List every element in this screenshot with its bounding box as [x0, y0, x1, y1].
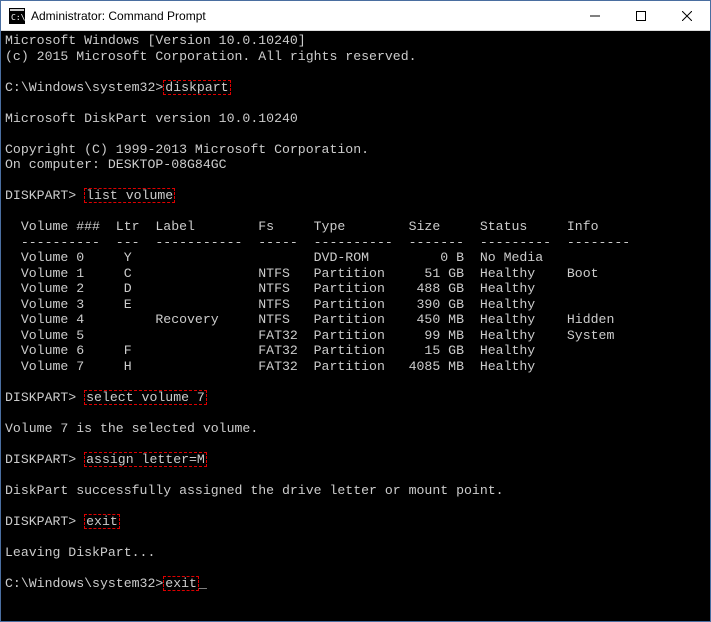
window-controls — [572, 1, 710, 30]
highlighted-command: assign letter=M — [84, 452, 207, 467]
terminal-line — [5, 467, 710, 483]
terminal-line: Microsoft Windows [Version 10.0.10240] — [5, 33, 710, 49]
table-row: Volume 2 D NTFS Partition 488 GB Healthy — [5, 281, 710, 297]
svg-text:C:\: C:\ — [11, 13, 25, 22]
terminal-line: Volume 7 is the selected volume. — [5, 421, 710, 437]
prompt-text: C:\Windows\system32> — [5, 576, 163, 591]
terminal-output[interactable]: Microsoft Windows [Version 10.0.10240](c… — [1, 31, 710, 621]
maximize-button[interactable] — [618, 1, 664, 30]
table-row: Volume 3 E NTFS Partition 390 GB Healthy — [5, 297, 710, 313]
terminal-line: DISKPART> exit — [5, 514, 710, 530]
terminal-line: DiskPart successfully assigned the drive… — [5, 483, 710, 499]
command-prompt-window: C:\ Administrator: Command Prompt Micros… — [0, 0, 711, 622]
table-row: Volume 5 FAT32 Partition 99 MB Healthy S… — [5, 328, 710, 344]
prompt-text: DISKPART> — [5, 390, 84, 405]
terminal-line: DISKPART> select volume 7 — [5, 390, 710, 406]
highlighted-command: diskpart — [163, 80, 230, 95]
terminal-line: Microsoft DiskPart version 10.0.10240 — [5, 111, 710, 127]
terminal-line: DISKPART> assign letter=M — [5, 452, 710, 468]
terminal-line: Leaving DiskPart... — [5, 545, 710, 561]
terminal-line: (c) 2015 Microsoft Corporation. All righ… — [5, 49, 710, 65]
prompt-text: C:\Windows\system32> — [5, 80, 163, 95]
terminal-line: On computer: DESKTOP-08G84GC — [5, 157, 710, 173]
terminal-line: C:\Windows\system32>diskpart — [5, 80, 710, 96]
terminal-line — [5, 126, 710, 142]
highlighted-command: exit — [84, 514, 120, 529]
window-title: Administrator: Command Prompt — [31, 9, 572, 23]
terminal-line — [5, 436, 710, 452]
minimize-button[interactable] — [572, 1, 618, 30]
highlighted-command: list volume — [84, 188, 175, 203]
terminal-line — [5, 529, 710, 545]
terminal-line: C:\Windows\system32>exit_ — [5, 576, 710, 592]
highlighted-command: exit — [163, 576, 199, 591]
prompt-text: DISKPART> — [5, 514, 84, 529]
table-row: Volume 1 C NTFS Partition 51 GB Healthy … — [5, 266, 710, 282]
terminal-line: Copyright (C) 1999-2013 Microsoft Corpor… — [5, 142, 710, 158]
highlighted-command: select volume 7 — [84, 390, 207, 405]
table-divider: ---------- --- ----------- ----- -------… — [5, 235, 710, 251]
prompt-text: DISKPART> — [5, 188, 84, 203]
terminal-line — [5, 498, 710, 514]
cursor: _ — [199, 576, 207, 591]
terminal-line — [5, 560, 710, 576]
terminal-line: DISKPART> list volume — [5, 188, 710, 204]
terminal-line — [5, 405, 710, 421]
terminal-line — [5, 204, 710, 220]
title-bar[interactable]: C:\ Administrator: Command Prompt — [1, 1, 710, 31]
prompt-text: DISKPART> — [5, 452, 84, 467]
table-row: Volume 6 F FAT32 Partition 15 GB Healthy — [5, 343, 710, 359]
table-row: Volume 7 H FAT32 Partition 4085 MB Healt… — [5, 359, 710, 375]
table-row: Volume 4 Recovery NTFS Partition 450 MB … — [5, 312, 710, 328]
cmd-icon: C:\ — [9, 8, 25, 24]
terminal-line — [5, 95, 710, 111]
table-header: Volume ### Ltr Label Fs Type Size Status… — [5, 219, 710, 235]
close-button[interactable] — [664, 1, 710, 30]
terminal-line — [5, 374, 710, 390]
terminal-line — [5, 64, 710, 80]
terminal-line — [5, 173, 710, 189]
table-row: Volume 0 Y DVD-ROM 0 B No Media — [5, 250, 710, 266]
